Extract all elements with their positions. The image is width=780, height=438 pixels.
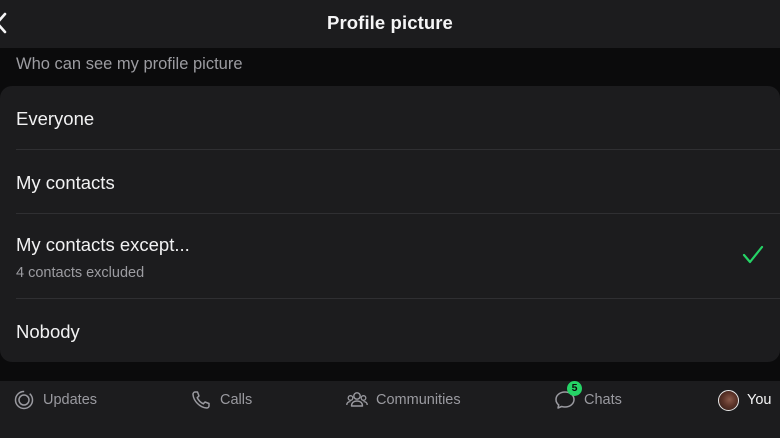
avatar [718,389,739,411]
unread-badge: 5 [567,381,582,396]
chat-icon-wrap: 5 [554,381,582,411]
tab-calls[interactable]: Calls [190,381,252,419]
tab-chats[interactable]: 5 Chats [554,381,622,419]
option-sublabel: 4 contacts excluded [16,265,145,281]
page-title: Profile picture [327,12,453,33]
tab-label: Communities [376,392,461,408]
tab-communities[interactable]: Communities [346,381,461,419]
section-label: Who can see my profile picture [16,55,243,73]
checkmark-icon [742,245,764,264]
phone-icon [192,391,210,409]
communities-icon [346,392,368,407]
updates-icon [14,390,34,410]
option-label: Nobody [16,321,80,342]
option-everyone[interactable]: Everyone [0,86,780,150]
tab-label: You [747,392,772,408]
option-nobody[interactable]: Nobody [0,299,780,362]
tab-label: Chats [584,392,622,408]
option-my-contacts[interactable]: My contacts [0,150,780,214]
tab-you[interactable]: You [718,381,771,419]
tab-updates[interactable]: Updates [13,381,97,419]
visibility-options-list: Everyone My contacts My contacts except.… [0,86,780,362]
tab-label: Calls [220,392,253,408]
option-label: My contacts except... [16,234,190,255]
option-label: My contacts [16,172,115,193]
navigation-header: Profile picture [0,0,780,48]
tab-label: Updates [43,392,98,408]
bottom-tab-bar: Updates Calls Communities 5 Chats You [0,381,780,438]
option-label: Everyone [16,108,95,129]
option-my-contacts-except[interactable]: My contacts except... 4 contacts exclude… [0,214,780,298]
